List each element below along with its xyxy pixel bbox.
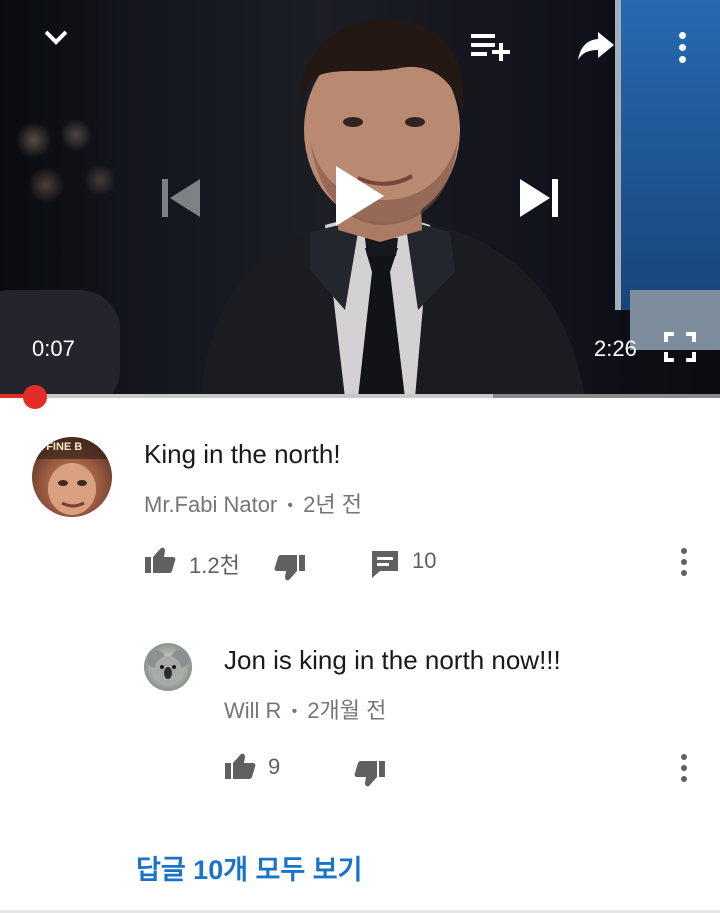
comment-text: King in the north!: [144, 439, 341, 469]
skip-previous-icon[interactable]: [156, 175, 204, 221]
reply-text: Jon is king in the north now!!!: [224, 645, 561, 675]
meta-separator: •: [291, 703, 298, 720]
avatar[interactable]: Y FINE B: [32, 437, 112, 517]
koala-image: [147, 650, 189, 686]
reply-count: 10: [412, 548, 437, 573]
comment-more-button[interactable]: [669, 542, 699, 582]
reply-like-button[interactable]: [222, 750, 258, 782]
reply-time: 2개월 전: [307, 698, 387, 723]
comment-time: 2년 전: [303, 492, 362, 517]
playlist-add-icon[interactable]: [466, 28, 516, 64]
reply-like-count: 9: [268, 754, 281, 779]
video-player[interactable]: 0:07 2:26: [0, 0, 720, 398]
progress-bar[interactable]: [0, 394, 720, 398]
share-icon[interactable]: [574, 28, 618, 64]
reply-dislike-button[interactable]: [352, 758, 388, 790]
skip-next-icon[interactable]: [516, 175, 564, 221]
chevron-down-icon[interactable]: [36, 22, 76, 54]
progress-buffered: [0, 394, 494, 398]
reply-more-button[interactable]: [669, 748, 699, 788]
reply-meta: Will R • 2개월 전: [224, 693, 386, 725]
thumbs-up-icon: [225, 753, 256, 779]
comment-icon: [372, 551, 398, 578]
fullscreen-icon[interactable]: [662, 330, 698, 364]
view-all-replies-link[interactable]: 답글 10개 모두 보기: [136, 848, 362, 887]
like-count: 1.2천: [189, 553, 240, 578]
like-button[interactable]: [142, 544, 178, 576]
duration: 2:26: [594, 336, 637, 361]
play-icon[interactable]: [326, 160, 392, 232]
comment-meta: Mr.Fabi Nator • 2년 전: [144, 487, 362, 519]
current-time: 0:07: [32, 336, 75, 361]
reply-button[interactable]: [368, 548, 402, 580]
comment-author[interactable]: Mr.Fabi Nator: [144, 492, 277, 517]
thumbs-up-icon: [145, 547, 176, 573]
reply-avatar[interactable]: [144, 643, 192, 691]
avatar-caption: Y FINE B: [36, 441, 83, 453]
more-vert-icon[interactable]: [668, 28, 696, 66]
dislike-button[interactable]: [272, 552, 308, 584]
thumbs-down-icon: [274, 555, 305, 581]
progress-scrubber-handle[interactable]: [23, 385, 48, 409]
reply-author[interactable]: Will R: [224, 698, 281, 723]
meta-separator: •: [287, 497, 293, 514]
thumbs-down-icon: [354, 761, 385, 787]
